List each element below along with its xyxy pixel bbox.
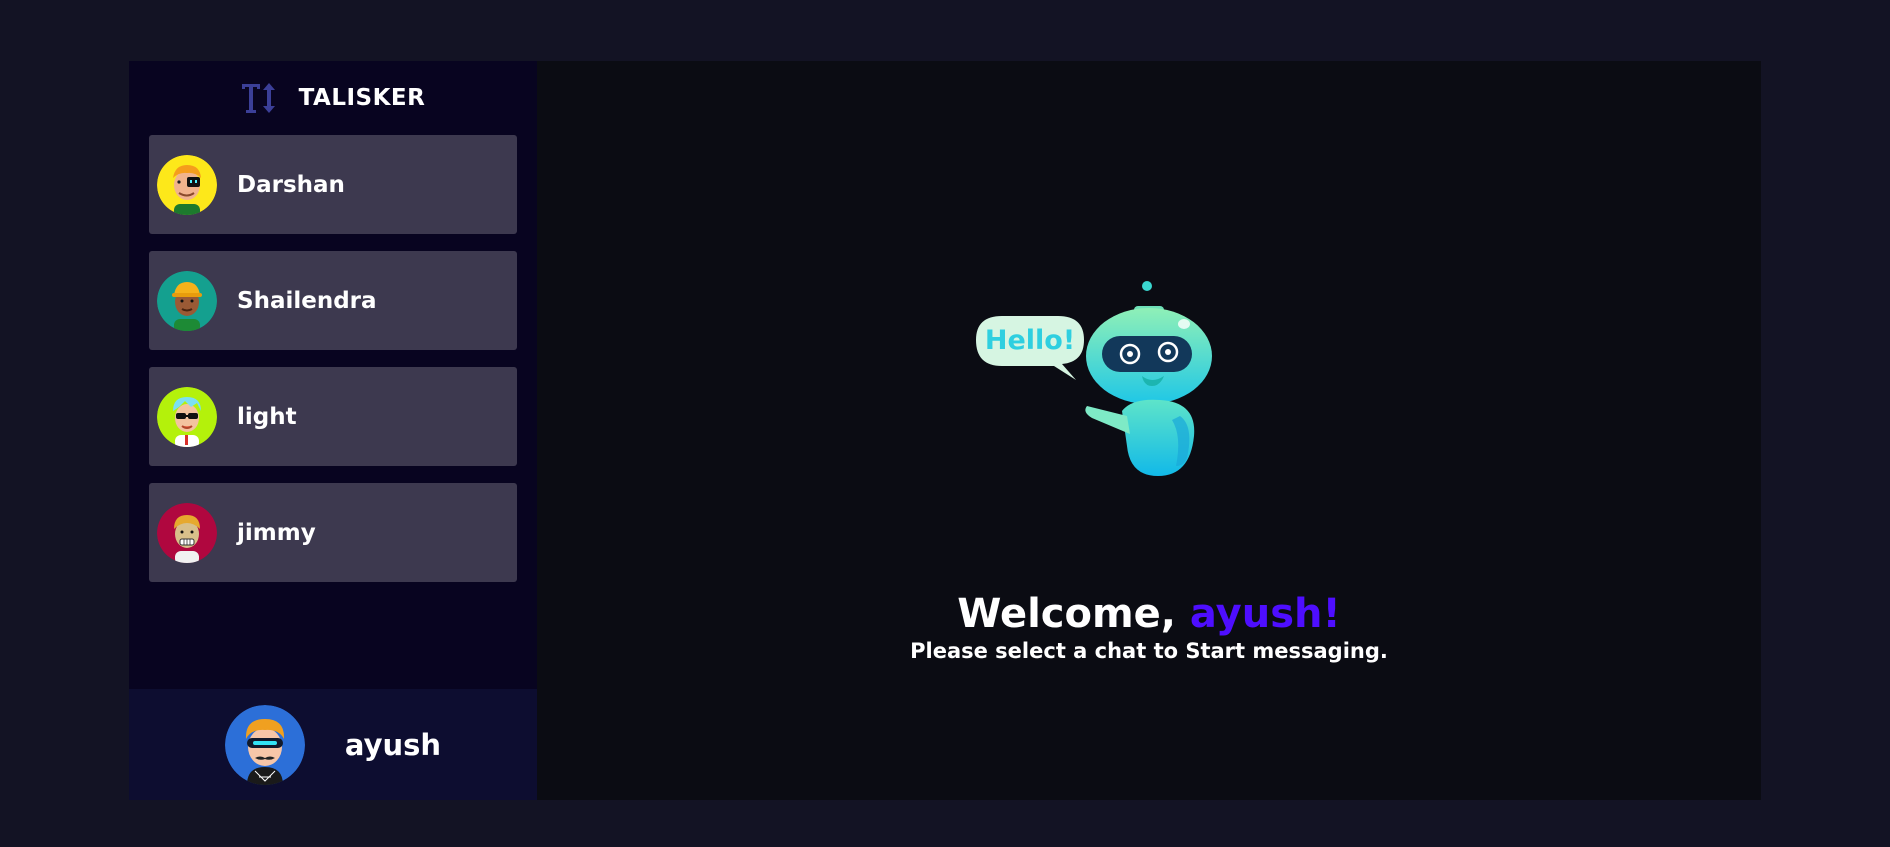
brand-header: TALISKER	[129, 61, 537, 135]
contact-name: Darshan	[237, 171, 345, 198]
speech-text: Hello!	[985, 325, 1075, 356]
welcome-username: ayush!	[1189, 591, 1341, 637]
avatar-light-icon	[157, 386, 217, 447]
welcome-heading: Welcome, ayush!	[537, 591, 1761, 637]
current-user-name: ayush	[344, 727, 442, 762]
contact-item[interactable]: Darshan	[149, 135, 517, 234]
welcome-subtitle: Please select a chat to Start messaging.	[910, 639, 1388, 663]
avatar-ayush-icon	[224, 704, 305, 785]
welcome-greeting: Welcome,	[957, 591, 1190, 637]
welcome-panel: Hello! Welcome, ayush! Please select a c…	[537, 61, 1761, 800]
contact-item[interactable]: jimmy	[149, 483, 517, 582]
contact-name: light	[237, 403, 297, 430]
contact-item[interactable]: Shailendra	[149, 251, 517, 350]
avatar-jimmy-icon	[157, 502, 217, 563]
brand-name: TALISKER	[298, 85, 426, 111]
contact-list: Darshan Shailendra light jimmy	[129, 135, 537, 582]
chat-app: TALISKER Darshan Shailendra light jimmy …	[129, 61, 1761, 800]
robot-illustration: Hello!	[976, 281, 1212, 476]
contacts-sidebar: TALISKER Darshan Shailendra light jimmy …	[129, 61, 537, 800]
avatar-shailendra-icon	[157, 270, 217, 331]
avatar-darshan-icon	[157, 154, 217, 215]
contact-item[interactable]: light	[149, 367, 517, 466]
contact-name: jimmy	[237, 519, 316, 546]
welcome-message: Welcome, ayush! Please select a chat to …	[537, 591, 1761, 663]
current-user-bar: ayush	[129, 689, 537, 800]
text-height-icon	[241, 83, 275, 113]
contact-name: Shailendra	[237, 287, 377, 314]
speech-bubble: Hello!	[976, 316, 1084, 380]
